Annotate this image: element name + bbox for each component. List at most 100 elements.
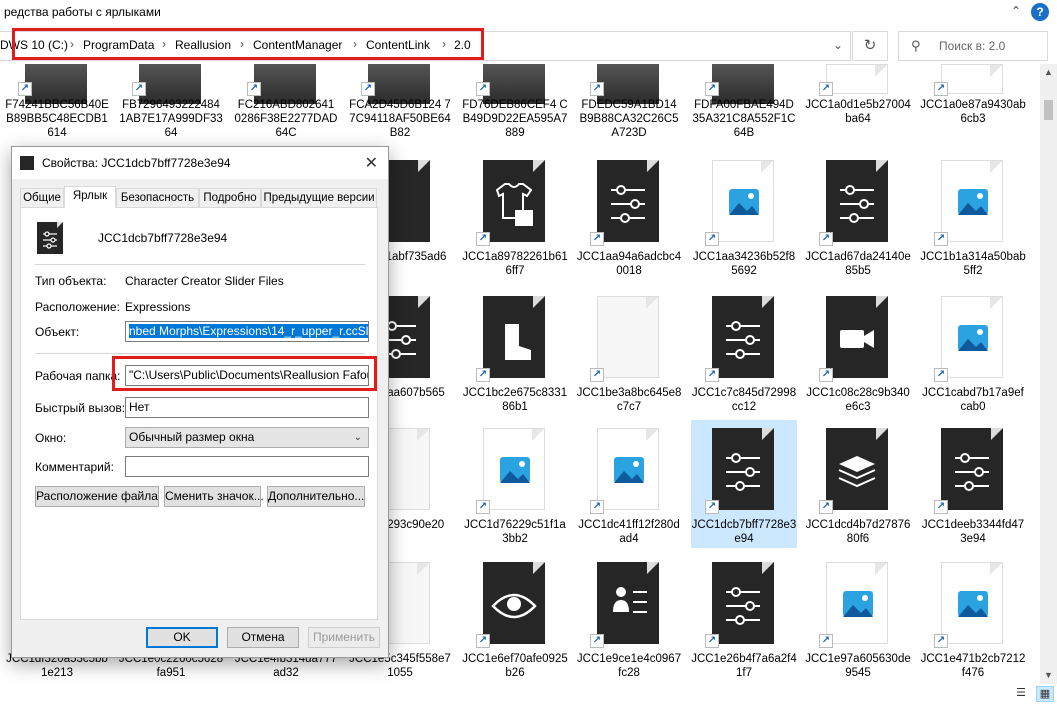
help-icon[interactable]: ?	[1031, 3, 1049, 21]
breadcrumb-separator[interactable]: ›	[70, 37, 74, 51]
file-name-label: JCC1deeb3344fd473e94	[921, 519, 1025, 545]
hotkey-field[interactable]: Нет	[125, 397, 369, 418]
advanced-button[interactable]: Дополнительно...	[267, 486, 365, 507]
breadcrumb-separator[interactable]: ›	[162, 37, 166, 51]
comment-field[interactable]	[125, 456, 369, 477]
breadcrumb-contentlink[interactable]: ContentLink	[366, 38, 430, 52]
file-item[interactable]: ↗ JCC1a89782261b616ff7	[462, 152, 568, 280]
file-item[interactable]: ↗ JCC1be3a8bc645e8c7c7	[576, 288, 682, 416]
file-name-label: JCC1c7c845d72998cc12	[691, 387, 797, 413]
comment-label: Комментарий:	[35, 460, 114, 474]
divider	[35, 353, 365, 354]
file-item[interactable]: ↗ JCC1dc41ff12f280dad4	[576, 420, 682, 548]
shortcut-arrow-icon: ↗	[934, 368, 948, 382]
shortcut-arrow-icon: ↗	[819, 232, 833, 246]
file-name-label: JCC1e26b4f7a6a2f41f7	[691, 653, 797, 679]
shortcut-panel: JCC1dcb7bff7728e3e94 Тип объекта: Charac…	[20, 207, 378, 620]
large-icons-view-icon[interactable]: ▦	[1036, 686, 1054, 702]
breadcrumb-separator[interactable]: ›	[240, 37, 244, 51]
refresh-icon[interactable]: ↻	[852, 31, 888, 61]
address-history-dropdown-icon[interactable]: ⌄	[833, 38, 843, 52]
breadcrumb-separator[interactable]: ›	[442, 37, 446, 51]
breadcrumb-programdata[interactable]: ProgramData	[83, 38, 154, 52]
target-value: nbed Morphs\Expressions\14_r_upper_r.ccS…	[129, 324, 368, 338]
breadcrumb-separator[interactable]: ›	[353, 37, 357, 51]
breadcrumb-reallusion[interactable]: Reallusion	[175, 38, 231, 52]
sliders-file-icon	[941, 428, 1003, 510]
cancel-button[interactable]: Отмена	[227, 627, 299, 648]
file-item[interactable]: ↗ JCC1aa34236b52f85692	[691, 152, 797, 280]
shortcut-arrow-icon: ↗	[476, 232, 490, 246]
file-name-label: JCC1aa34236b52f85692	[692, 251, 796, 277]
video-file-icon	[826, 296, 888, 378]
shortcut-arrow-icon: ↗	[705, 634, 719, 648]
target-label: Объект:	[35, 325, 80, 339]
file-item[interactable]: ↗ JCC1b1a314a50bab5ff2	[920, 152, 1026, 280]
file-name-label: FC216ABD802641 0286F38E2277DAD64C	[234, 99, 338, 139]
breadcrumb-current[interactable]: 2.0	[454, 38, 471, 52]
file-item[interactable]: ↗ JCC1deeb3344fd473e94	[920, 420, 1026, 548]
shortcut-arrow-icon: ↗	[476, 368, 490, 382]
chevron-up-icon[interactable]: ⌃	[1011, 4, 1021, 18]
file-item[interactable]: ↗ JCC1c7c845d72998cc12	[691, 288, 797, 416]
shortcut-arrow-icon: ↗	[476, 82, 490, 96]
file-name-label: JCC1dc41ff12f280dad4	[578, 519, 680, 545]
file-item[interactable]: ↗ JCC1e97a605630de9545	[805, 554, 911, 682]
shortcut-arrow-icon: ↗	[361, 82, 375, 96]
file-item[interactable]: ↗ JCC1dcb7bff7728e3e94	[691, 420, 797, 548]
file-location-button[interactable]: Расположение файла	[35, 486, 159, 507]
file-name-label: JCC1dcd4b7d2787680f6	[805, 519, 911, 545]
vertical-scrollbar[interactable]: ▲ ▼	[1040, 64, 1057, 684]
search-field[interactable]: ⚲ Поиск в: 2.0	[898, 31, 1048, 61]
scroll-down-icon[interactable]: ▼	[1040, 667, 1057, 684]
tab-general[interactable]: Общие	[20, 188, 64, 207]
shortcut-arrow-icon: ↗	[590, 232, 604, 246]
type-label: Тип объекта:	[35, 274, 107, 288]
window-title: редства работы с ярлыками	[4, 5, 161, 19]
window-titlebar: редства работы с ярлыками ⌃ ?	[0, 0, 1057, 26]
type-value: Character Creator Slider Files	[125, 274, 284, 288]
breadcrumb-drive[interactable]: DWS 10 (C:)	[0, 38, 68, 52]
shortcut-arrow-icon: ↗	[476, 634, 490, 648]
breadcrumb-contentmanager[interactable]: ContentManager	[253, 38, 342, 52]
file-item[interactable]: ↗ JCC1ad67da24140e85b5	[805, 152, 911, 280]
file-item[interactable]: ↗ JCC1aa94a6adcbc40018	[576, 152, 682, 280]
tab-details[interactable]: Подробно	[199, 188, 261, 207]
ok-button[interactable]: OK	[146, 627, 218, 648]
file-item[interactable]: ↗ JCC1e6ef70afe0925b26	[462, 554, 568, 682]
window-size-select[interactable]: Обычный размер окна ⌄	[125, 427, 369, 448]
file-item[interactable]: ↗ JCC1bc2e675c833186b1	[462, 288, 568, 416]
apply-button[interactable]: Применить	[308, 627, 380, 648]
scrollbar-thumb[interactable]	[1044, 100, 1053, 120]
workdir-field[interactable]: "C:\Users\Public\Documents\Reallusion Fa…	[125, 365, 369, 386]
dialog-tabs: Общие Ярлык Безопасность Подробно Предыд…	[20, 186, 380, 208]
image-file-icon	[941, 562, 1003, 644]
file-name-label: JCC1be3a8bc645e8c7c7	[576, 387, 682, 413]
scroll-up-icon[interactable]: ▲	[1040, 64, 1057, 81]
tab-shortcut[interactable]: Ярлык	[64, 186, 116, 208]
file-item[interactable]: ↗ JCC1e9ce1e4c0967fc28	[576, 554, 682, 682]
file-name-label: FCA2D45D6B124 77C94118AF50BE64B82	[349, 99, 451, 139]
image-file-icon	[826, 64, 888, 94]
file-name-label: FDEDC59A1BD14 B9B88CA32C26C5A723D	[579, 99, 679, 139]
search-icon: ⚲	[911, 38, 921, 53]
image-file-icon	[941, 160, 1003, 242]
image-file-icon	[941, 296, 1003, 378]
address-bar[interactable]: DWS 10 (C:) › ProgramData › Reallusion ›…	[0, 31, 851, 61]
tab-previous-versions[interactable]: Предыдущие версии	[261, 188, 377, 207]
file-name-label: JCC1bc2e675c833186b1	[462, 387, 568, 413]
file-name-label: JCC1cabd7b17a9efcab0	[922, 387, 1024, 413]
file-item[interactable]: ↗ JCC1e26b4f7a6a2f41f7	[691, 554, 797, 682]
change-icon-button[interactable]: Сменить значок...	[164, 486, 264, 507]
file-item[interactable]: ↗ JCC1cabd7b17a9efcab0	[920, 288, 1026, 416]
tab-security[interactable]: Безопасность	[116, 188, 199, 207]
details-view-icon[interactable]: ☰	[1012, 686, 1030, 702]
close-icon[interactable]: ✕	[365, 153, 378, 173]
target-field[interactable]: nbed Morphs\Expressions\14_r_upper_r.ccS…	[125, 321, 369, 342]
file-item[interactable]: ↗ JCC1dcd4b7d2787680f6	[805, 420, 911, 548]
file-item[interactable]: ↗ JCC1c08c28c9b340e6c3	[805, 288, 911, 416]
file-name-label: JCC1e9ce1e4c0967fc28	[576, 653, 682, 679]
file-name-label: JCC1a89782261b616ff7	[462, 251, 568, 277]
file-item[interactable]: ↗ JCC1d76229c51f1a3bb2	[462, 420, 568, 548]
file-item[interactable]: ↗ JCC1e471b2cb7212f476	[920, 554, 1026, 682]
